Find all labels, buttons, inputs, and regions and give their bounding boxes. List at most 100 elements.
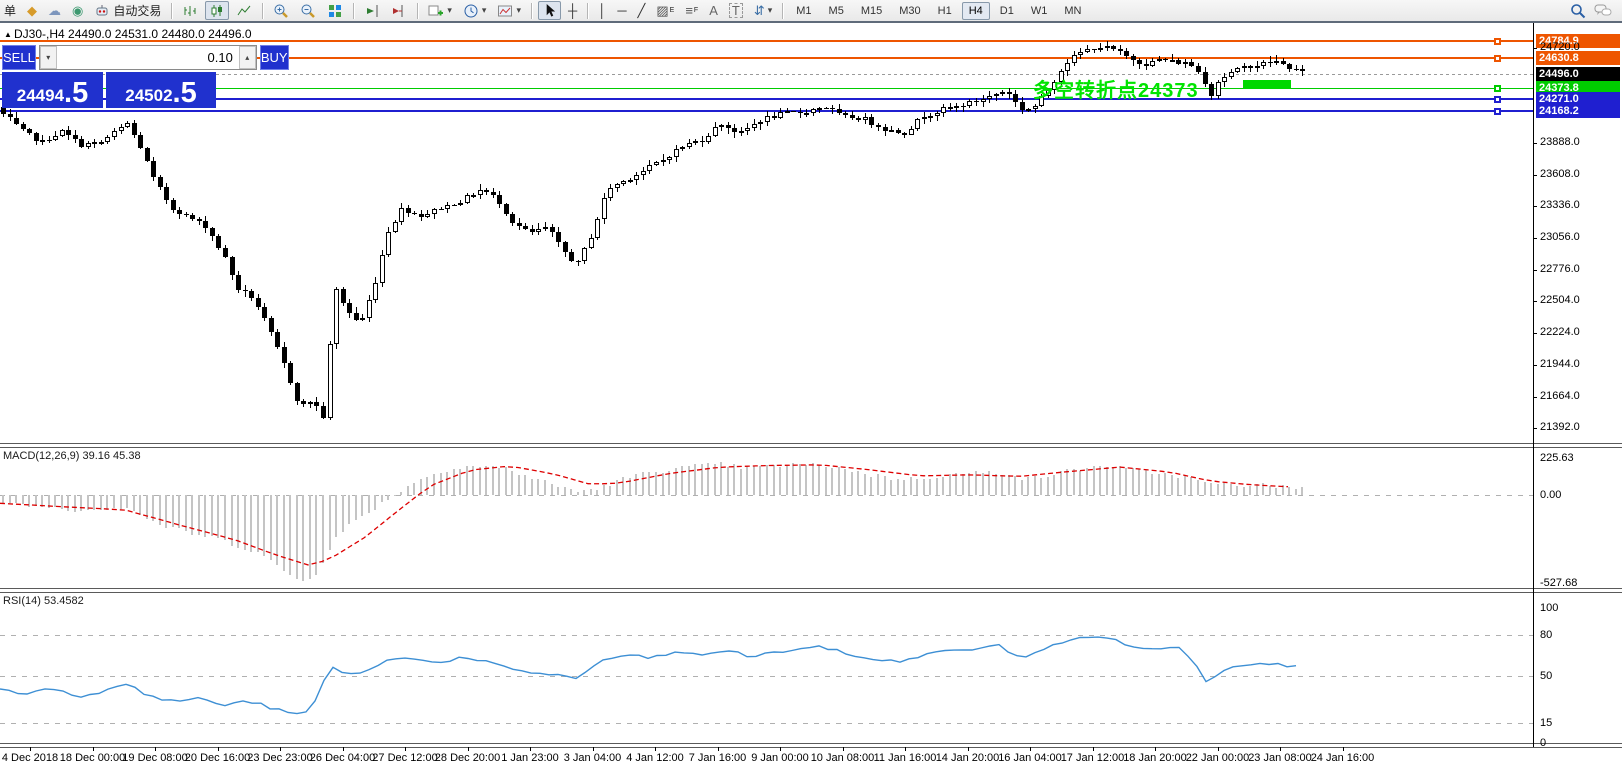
templates-button[interactable]: ▾	[493, 1, 525, 20]
candle	[928, 115, 934, 118]
tab-timeframe-h4[interactable]: H4	[961, 1, 990, 20]
buy-price[interactable]: 24502.5	[106, 72, 216, 108]
tab-timeframe-h1[interactable]: H1	[931, 2, 959, 20]
vertical-line-tool[interactable]: │	[594, 1, 610, 20]
level-line-handle[interactable]	[1494, 38, 1501, 45]
level-line-handle[interactable]	[1494, 55, 1501, 62]
tab-timeframe-m1[interactable]: M1	[789, 2, 818, 20]
bar-chart-button[interactable]	[178, 1, 202, 20]
rsi-axis-label: 50	[1540, 669, 1553, 682]
candlestick-chart-button[interactable]	[205, 1, 230, 20]
macd-indicator-panel[interactable]	[0, 448, 1533, 588]
toolbar-separator	[417, 2, 419, 19]
macd-signal-line	[0, 464, 1289, 566]
tab-timeframe-m30[interactable]: M30	[892, 2, 927, 20]
tab-timeframe-mn[interactable]: MN	[1057, 2, 1088, 20]
candle	[921, 117, 927, 120]
level-line-handle[interactable]	[1494, 85, 1501, 92]
candle	[640, 170, 646, 176]
candle	[236, 274, 242, 290]
volume-input[interactable]	[56, 46, 239, 69]
rsi-line	[0, 636, 1297, 715]
sell-button[interactable]: SELL	[2, 45, 36, 70]
fibonacci-tool[interactable]: ≡ F	[681, 1, 702, 20]
candle	[693, 141, 699, 144]
volume-increase-button[interactable]: ▴	[238, 46, 256, 69]
candle	[196, 219, 202, 222]
candle	[59, 130, 65, 137]
candle	[1202, 71, 1208, 85]
chart-shift-button[interactable]	[387, 1, 411, 20]
tile-windows-button[interactable]	[323, 1, 347, 20]
time-label: 4 Dec 2018	[1, 752, 59, 764]
candle	[431, 208, 437, 214]
level-line-24271.0[interactable]	[0, 98, 1533, 100]
time-label: 19 Dec 08:00	[122, 752, 188, 764]
candle	[1019, 101, 1025, 111]
candle	[464, 194, 470, 203]
auto-scroll-button[interactable]	[360, 1, 384, 20]
candle	[1137, 60, 1143, 65]
new-indicator-button[interactable]: ▾	[424, 1, 456, 20]
pivot-annotation-text[interactable]: 多空转折点24373	[1033, 74, 1199, 103]
tab-timeframe-m15[interactable]: M15	[854, 2, 889, 20]
mt4-window: 单 ◆ ☁ ◉ 自动交易 ▾ ▾ ▾ ┼ │ ─ ╱ ▨ E ≡ F A T ⇵ ▾	[0, 0, 1622, 772]
macd-rsi-separator[interactable]	[0, 588, 1622, 593]
level-line-handle[interactable]	[1494, 108, 1501, 115]
candle	[667, 157, 673, 160]
time-label: 11 Jan 16:00	[873, 752, 937, 764]
horizontal-line-tool[interactable]: ─	[613, 1, 630, 20]
zoom-out-button[interactable]	[296, 1, 320, 20]
pivot-annotation-rectangle[interactable]	[1243, 80, 1291, 89]
vertical-line-icon: │	[598, 3, 607, 18]
candle	[1189, 62, 1195, 67]
volume-decrease-button[interactable]: ▾	[39, 46, 57, 69]
chart-macd-separator[interactable]	[0, 443, 1622, 448]
zoom-in-button[interactable]	[269, 1, 293, 20]
candle	[1091, 49, 1097, 51]
arrows-tool[interactable]: ⇵ ▾	[750, 1, 776, 20]
periods-button[interactable]: ▾	[459, 1, 491, 20]
rsi-indicator-panel[interactable]	[0, 593, 1533, 743]
search-icon[interactable]	[1570, 3, 1586, 19]
charts-bar-icon[interactable]: ◆	[23, 1, 41, 20]
sell-price[interactable]: 24494.5	[2, 72, 103, 108]
level-line-24373.8[interactable]	[0, 88, 1533, 89]
tab-timeframe-m5[interactable]: M5	[822, 2, 851, 20]
candle	[849, 114, 855, 119]
buy-button[interactable]: BUY	[259, 45, 289, 70]
candle	[92, 141, 98, 144]
candle	[1156, 59, 1162, 62]
candle	[131, 123, 137, 135]
candle	[686, 143, 692, 147]
price-tag-24630.8: 24630.8	[1536, 51, 1620, 65]
candle	[170, 199, 176, 210]
candlestick-chart-area[interactable]	[0, 23, 1533, 443]
candle	[151, 161, 157, 177]
text-tool[interactable]: A	[705, 1, 722, 20]
tab-timeframe-w1[interactable]: W1	[1024, 2, 1055, 20]
candle	[973, 101, 979, 103]
candle	[268, 318, 274, 333]
chat-icon[interactable]	[1594, 3, 1612, 18]
profiles-icon[interactable]: ☁	[44, 1, 65, 20]
trendline-tool[interactable]: ╱	[634, 1, 650, 20]
dropdown-arrow-icon: ▾	[481, 5, 487, 15]
time-tick-mark	[280, 747, 281, 751]
candle	[745, 128, 751, 131]
news-signal-icon[interactable]: ◉	[68, 1, 87, 20]
candle	[1084, 49, 1090, 52]
time-tick-mark	[592, 747, 594, 751]
candle	[458, 202, 464, 206]
channel-tool[interactable]: ▨ E	[652, 1, 678, 20]
line-chart-button[interactable]	[232, 1, 256, 20]
crosshair-tool-button[interactable]: ┼	[564, 1, 581, 20]
cursor-tool-button[interactable]	[537, 1, 561, 20]
time-tick-mark	[780, 747, 781, 751]
tab-timeframe-d1[interactable]: D1	[993, 2, 1021, 20]
autotrading-button[interactable]: 自动交易	[90, 1, 165, 20]
text-label-tool[interactable]: T	[725, 1, 747, 20]
level-line-handle[interactable]	[1494, 96, 1501, 103]
candle	[373, 282, 379, 300]
new-order-button[interactable]: 单	[0, 1, 20, 20]
